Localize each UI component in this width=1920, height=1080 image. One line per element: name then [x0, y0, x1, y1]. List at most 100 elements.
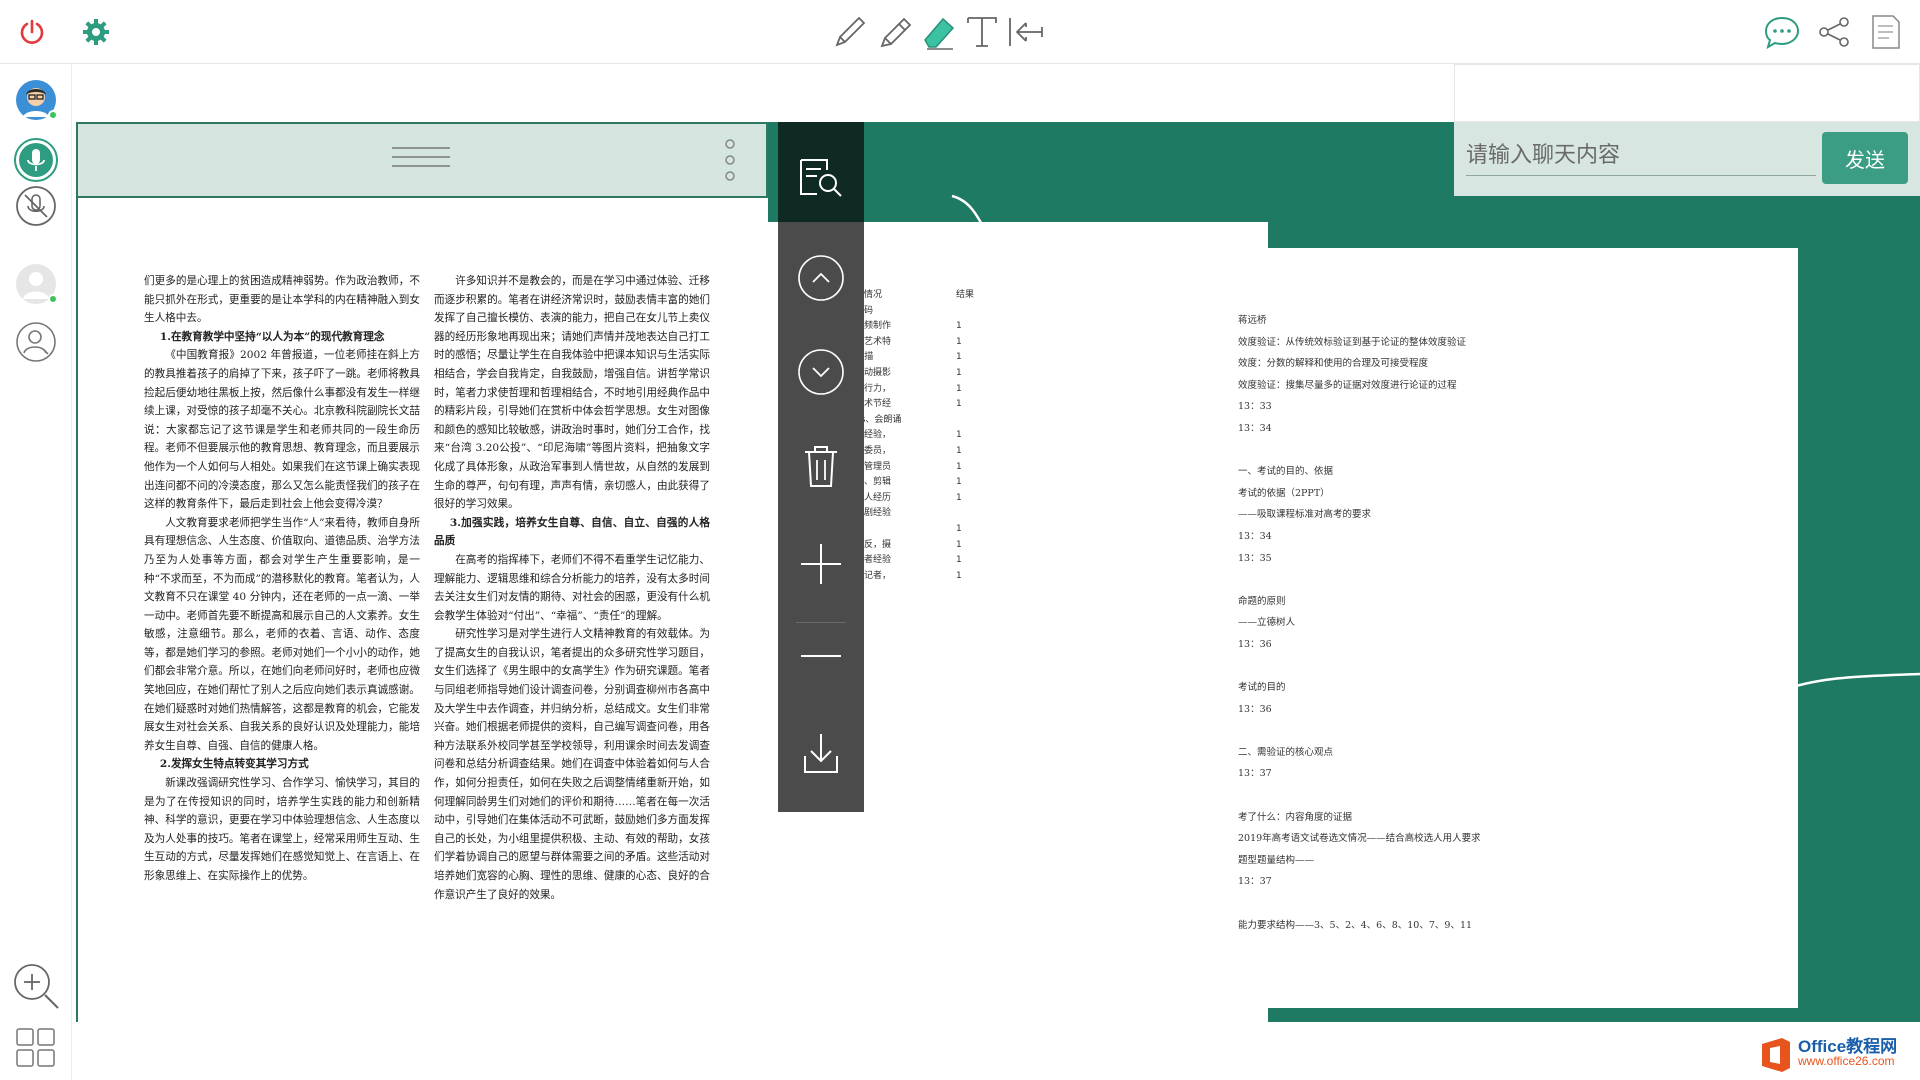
lecture-notes: 蒋远桥效度验证：从传统效标验证到基于论证的整体效度验证 效度：分数的解释和使用的合…	[1238, 310, 1481, 936]
table-cell: 1	[956, 570, 962, 581]
microphone-icon[interactable]	[14, 138, 58, 182]
section-heading: 1.在教育教学中坚持“以人为本”的现代教育理念	[159, 330, 385, 343]
notes-line: 13：34	[1238, 422, 1272, 434]
notes-line: 效度验证：从传统效标验证到基于论证的整体效度验证	[1238, 336, 1467, 348]
table-cell: 1	[956, 477, 962, 488]
notes-line: 13：33	[1238, 401, 1272, 413]
ink-stroke-2	[1778, 672, 1920, 694]
notes-line	[1238, 569, 1481, 591]
chat-input-bar: 发送	[1454, 122, 1920, 196]
paragraph: 《中国教育报》2002 年曾报道，一位老师挂在斜上方的教具推着孩子的肩掉了下来，…	[144, 349, 420, 511]
section-heading: 3.加强实践，培养女生自尊、自信、自立、自强的人格品质	[434, 516, 710, 548]
add-page-icon[interactable]	[778, 540, 864, 588]
table-header-cell: 结果	[956, 290, 975, 300]
chat-messages	[1454, 64, 1920, 122]
delete-icon[interactable]	[778, 442, 864, 490]
grid-layout-icon[interactable]	[12, 1024, 60, 1072]
share-icon[interactable]	[1814, 12, 1854, 52]
exit-arrow-icon[interactable]	[1004, 12, 1048, 52]
zoom-in-icon[interactable]	[10, 960, 62, 1012]
ink-stroke	[951, 194, 990, 237]
paragraph: 新课改强调研究性学习、合作学习、愉快学习，其目的是为了在传授知识的同时，培养学生…	[144, 777, 420, 882]
remove-page-icon[interactable]	[778, 632, 864, 680]
user-switch-icon[interactable]	[14, 320, 58, 364]
table-cell: 1	[956, 383, 962, 394]
table-cell	[956, 304, 986, 320]
table-cell: 1	[956, 539, 962, 550]
notes-line: 蒋远桥	[1238, 315, 1267, 326]
board-page-notes-overlay: 蒋远桥效度验证：从传统效标验证到基于论证的整体效度验证 效度：分数的解释和使用的合…	[1198, 248, 1798, 1008]
paragraph: 人文教育要求老师把学生当作“人”来看待，教师自身所具有理想信念、人生态度、价值取…	[144, 516, 420, 752]
notes-line: 考试的依据（2PPT）	[1238, 487, 1330, 499]
notes-line	[1238, 785, 1481, 807]
notes-line: 命题的原则	[1238, 595, 1286, 607]
tools-divider	[796, 622, 846, 623]
notes-line: 二、需验证的核心观点	[1238, 746, 1334, 758]
table-cell: 1	[956, 430, 962, 441]
online-indicator	[48, 110, 58, 120]
notes-line: 能力要求结构——3、5、2、4、6、8、10、7、9、11	[1238, 919, 1473, 931]
student-avatar[interactable]	[14, 262, 58, 306]
chat-bubble-icon[interactable]	[1762, 12, 1802, 52]
paragraph: 们更多的是心理上的贫困造成精神弱势。作为政治教师，不能只抓外在形式，更重要的是让…	[144, 275, 420, 325]
panel-border	[76, 198, 78, 1022]
chat-panel: 发送	[1454, 64, 1920, 196]
notes-line: ——立德树人	[1238, 617, 1296, 629]
pencil-icon[interactable]	[830, 12, 870, 52]
download-icon[interactable]	[778, 730, 864, 778]
search-document-icon[interactable]	[778, 156, 864, 198]
teacher-avatar[interactable]	[14, 78, 58, 122]
notes-line: 考试的目的	[1238, 682, 1286, 694]
table-cell: 1	[956, 399, 962, 410]
section-heading: 2.发挥女生特点转变其学习方式	[159, 758, 309, 771]
table-cell: 1	[956, 367, 962, 378]
notes-line: ——吸取课程标准对高考的要求	[1238, 509, 1372, 521]
eraser-icon[interactable]	[918, 12, 958, 52]
table-cell: 1	[956, 321, 962, 332]
notes-document-icon[interactable]	[1866, 10, 1906, 54]
online-indicator	[48, 294, 58, 304]
chat-input[interactable]	[1466, 136, 1816, 176]
document-panel: 们更多的是心理上的贫困造成精神弱势。作为政治教师，不能只抓外在形式，更重要的是让…	[76, 122, 768, 1022]
table-cell	[956, 413, 986, 429]
document-column-2: 许多知识并不是教会的，而是在学习中通过体验、迁移而逐步积累的。笔者在讲经济常识时…	[434, 272, 710, 904]
power-icon[interactable]	[14, 14, 50, 50]
notes-line: 13：34	[1238, 530, 1272, 542]
mic-muted-icon[interactable]	[14, 184, 58, 228]
notes-line: 题型题量结构——	[1238, 854, 1315, 866]
notes-line: 13：37	[1238, 876, 1272, 888]
text-tool-icon[interactable]	[962, 12, 1002, 52]
table-cell: 1	[956, 352, 962, 363]
notes-line: 13：37	[1238, 768, 1272, 780]
table-cell: 1	[956, 523, 962, 534]
board-tools-panel	[778, 122, 864, 812]
marker-icon[interactable]	[876, 12, 916, 52]
top-toolbar	[0, 0, 1920, 64]
notes-line	[1238, 440, 1481, 462]
notes-line: 13：36	[1238, 703, 1272, 715]
table-cell: 1	[956, 555, 962, 566]
notes-line: 2019年高考语文试卷选文情况——结合高校选人用人要求	[1238, 833, 1481, 845]
notes-line	[1238, 720, 1481, 742]
notes-line: 考了什么：内容角度的证据	[1238, 811, 1353, 823]
page-up-icon[interactable]	[778, 254, 864, 302]
page-down-icon[interactable]	[778, 348, 864, 396]
paragraph: 研究性学习是对学生进行人文精神教育的有效载体。为了提高女生的自我认识，笔者提出的…	[434, 628, 710, 901]
whiteboard-area[interactable]: 班级面试情况结果高一4二维码高一3有视频制作1高一1音乐艺术特1高一1UI扫描1…	[768, 122, 1920, 1022]
table-cell: 1	[956, 492, 962, 503]
table-cell: 1	[956, 461, 962, 472]
paragraph: 在高考的指挥棒下，老师们不得不看重学生记忆能力、理解能力、逻辑思维和综合分析能力…	[434, 553, 710, 622]
notes-line: 一、考试的目的、依据	[1238, 466, 1334, 478]
paragraph: 许多知识并不是教会的，而是在学习中通过体验、迁移而逐步积累的。笔者在讲经济常识时…	[434, 275, 710, 511]
more-options-icon[interactable]	[724, 138, 736, 184]
notes-line	[1238, 656, 1481, 678]
notes-line: 效度：分数的解释和使用的合理及可接受程度	[1238, 358, 1429, 370]
document-panel-header[interactable]	[76, 122, 768, 198]
settings-gear-icon[interactable]	[78, 14, 114, 50]
document-column-1: 们更多的是心理上的贫困造成精神弱势。作为政治教师，不能只抓外在形式，更重要的是让…	[144, 272, 420, 886]
send-button[interactable]: 发送	[1822, 132, 1908, 184]
table-cell	[956, 506, 986, 522]
office-logo-icon	[1762, 1038, 1790, 1072]
watermark-logo: Office教程网 www.office26.com	[1758, 1032, 1918, 1076]
drag-handle-icon[interactable]	[392, 144, 452, 174]
